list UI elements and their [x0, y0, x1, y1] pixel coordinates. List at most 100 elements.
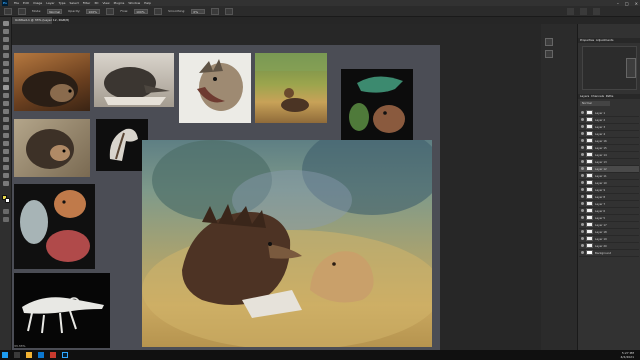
- reference-echidna-photo[interactable]: [94, 53, 174, 107]
- menu-view[interactable]: View: [102, 1, 109, 5]
- history-brush-tool-icon[interactable]: [3, 101, 9, 106]
- layer-row[interactable]: Layer 2: [579, 117, 639, 124]
- screen-mode-icon[interactable]: [3, 217, 9, 222]
- layer-row[interactable]: Layer 20: [579, 243, 639, 250]
- properties-transform-widget[interactable]: [626, 58, 636, 78]
- search-icon[interactable]: [567, 8, 574, 15]
- menu-edit[interactable]: Edit: [23, 1, 29, 5]
- eye-icon[interactable]: [581, 160, 584, 164]
- eye-icon[interactable]: [581, 111, 584, 115]
- layer-row[interactable]: Layer 10: [579, 180, 639, 187]
- eye-icon[interactable]: [581, 209, 584, 213]
- layer-row[interactable]: Layer 14: [579, 152, 639, 159]
- lasso-tool-icon[interactable]: [3, 37, 9, 42]
- brush-tool-icon[interactable]: [3, 85, 9, 90]
- background-color-swatch[interactable]: [5, 198, 10, 203]
- clock[interactable]: 5:27 PM 4/2/2021: [621, 351, 634, 359]
- gradient-tool-icon[interactable]: [3, 117, 9, 122]
- layer-row[interactable]: Layer 4: [579, 131, 639, 138]
- layer-row[interactable]: Layer 11: [579, 173, 639, 180]
- eye-icon[interactable]: [581, 174, 584, 178]
- workspace-icon[interactable]: [580, 8, 587, 15]
- type-tool-icon[interactable]: [3, 149, 9, 154]
- reference-meadow-scene[interactable]: [255, 53, 327, 123]
- blur-tool-icon[interactable]: [3, 125, 9, 130]
- pressure-opacity-icon[interactable]: [106, 7, 115, 15]
- eyedropper-tool-icon[interactable]: [3, 69, 9, 74]
- quick-mask-icon[interactable]: [3, 209, 9, 214]
- layer-row-background[interactable]: Background: [579, 250, 639, 257]
- browser-icon[interactable]: [38, 352, 44, 358]
- close-icon[interactable]: ×: [635, 1, 638, 6]
- menu-3d[interactable]: 3D: [94, 1, 98, 5]
- layer-row[interactable]: Layer 18: [579, 229, 639, 236]
- menu-image[interactable]: Image: [33, 1, 42, 5]
- maximize-icon[interactable]: □: [625, 1, 629, 6]
- eye-icon[interactable]: [581, 188, 584, 192]
- menu-type[interactable]: Type: [59, 1, 66, 5]
- layer-row[interactable]: Layer 13: [579, 159, 639, 166]
- menu-select[interactable]: Select: [70, 1, 79, 5]
- eraser-tool-icon[interactable]: [3, 109, 9, 114]
- eye-icon[interactable]: [581, 223, 584, 227]
- share-icon[interactable]: [593, 8, 600, 15]
- menu-file[interactable]: File: [14, 1, 19, 5]
- eye-icon[interactable]: [581, 139, 584, 143]
- eye-icon[interactable]: [581, 153, 584, 157]
- reference-horse-sketch[interactable]: [96, 119, 148, 171]
- smoothing-field[interactable]: 0%: [191, 8, 206, 14]
- reference-hedgehog-portrait[interactable]: [14, 119, 90, 177]
- healing-brush-tool-icon[interactable]: [3, 77, 9, 82]
- eye-icon[interactable]: [581, 230, 584, 234]
- quick-select-tool-icon[interactable]: [3, 45, 9, 50]
- opacity-field[interactable]: 100%: [86, 8, 101, 14]
- document-tab[interactable]: Untitled-1 @ 33% (Layer 12, RGB/8): [12, 17, 69, 24]
- smoothing-settings-icon[interactable]: [211, 7, 220, 15]
- artboard[interactable]: [12, 45, 440, 350]
- layer-row[interactable]: Layer 15: [579, 145, 639, 152]
- search-icon[interactable]: [14, 352, 20, 358]
- layer-row[interactable]: Layer 17: [579, 222, 639, 229]
- layer-row[interactable]: Layer 7: [579, 201, 639, 208]
- minimize-icon[interactable]: –: [617, 1, 619, 6]
- menu-help[interactable]: Help: [144, 1, 151, 5]
- eye-icon[interactable]: [581, 181, 584, 185]
- reference-creature-sketch[interactable]: [179, 53, 251, 123]
- history-panel-icon[interactable]: [545, 38, 553, 46]
- layer-row[interactable]: Layer 5: [579, 215, 639, 222]
- clone-stamp-tool-icon[interactable]: [3, 93, 9, 98]
- move-tool-icon[interactable]: [3, 21, 9, 26]
- layer-row[interactable]: Layer 3: [579, 124, 639, 131]
- layer-row[interactable]: Layer 6: [579, 208, 639, 215]
- dodge-tool-icon[interactable]: [3, 133, 9, 138]
- menu-layer[interactable]: Layer: [46, 1, 54, 5]
- layer-row[interactable]: Layer 16: [579, 138, 639, 145]
- crop-tool-icon[interactable]: [3, 53, 9, 58]
- zoom-tool-icon[interactable]: [3, 181, 9, 186]
- layer-row[interactable]: Layer 19: [579, 236, 639, 243]
- photoshop-taskbar-icon[interactable]: [62, 352, 68, 358]
- eye-icon[interactable]: [581, 132, 584, 136]
- hand-tool-icon[interactable]: [3, 173, 9, 178]
- brush-settings-panel-icon[interactable]: [545, 50, 553, 58]
- angle-icon[interactable]: [225, 7, 234, 15]
- app-icon[interactable]: [50, 352, 56, 358]
- layer-row-selected[interactable]: Layer 12: [579, 166, 639, 173]
- mode-select[interactable]: Normal: [47, 8, 63, 14]
- eye-icon[interactable]: [581, 251, 584, 255]
- eye-icon[interactable]: [581, 237, 584, 241]
- file-explorer-icon[interactable]: [26, 352, 32, 358]
- rectangle-tool-icon[interactable]: [3, 165, 9, 170]
- reference-crocodile-creatures[interactable]: [341, 69, 413, 141]
- airbrush-icon[interactable]: [154, 7, 163, 15]
- blend-mode-select[interactable]: Normal: [580, 101, 610, 106]
- menu-plugins[interactable]: Plugins: [114, 1, 125, 5]
- reference-hedgehog-photo[interactable]: [14, 53, 90, 111]
- menu-window[interactable]: Window: [128, 1, 140, 5]
- eye-icon[interactable]: [581, 118, 584, 122]
- main-painting[interactable]: [142, 140, 432, 347]
- eye-icon[interactable]: [581, 244, 584, 248]
- menu-filter[interactable]: Filter: [83, 1, 90, 5]
- reference-platypus-skeleton[interactable]: [14, 273, 110, 348]
- eye-icon[interactable]: [581, 202, 584, 206]
